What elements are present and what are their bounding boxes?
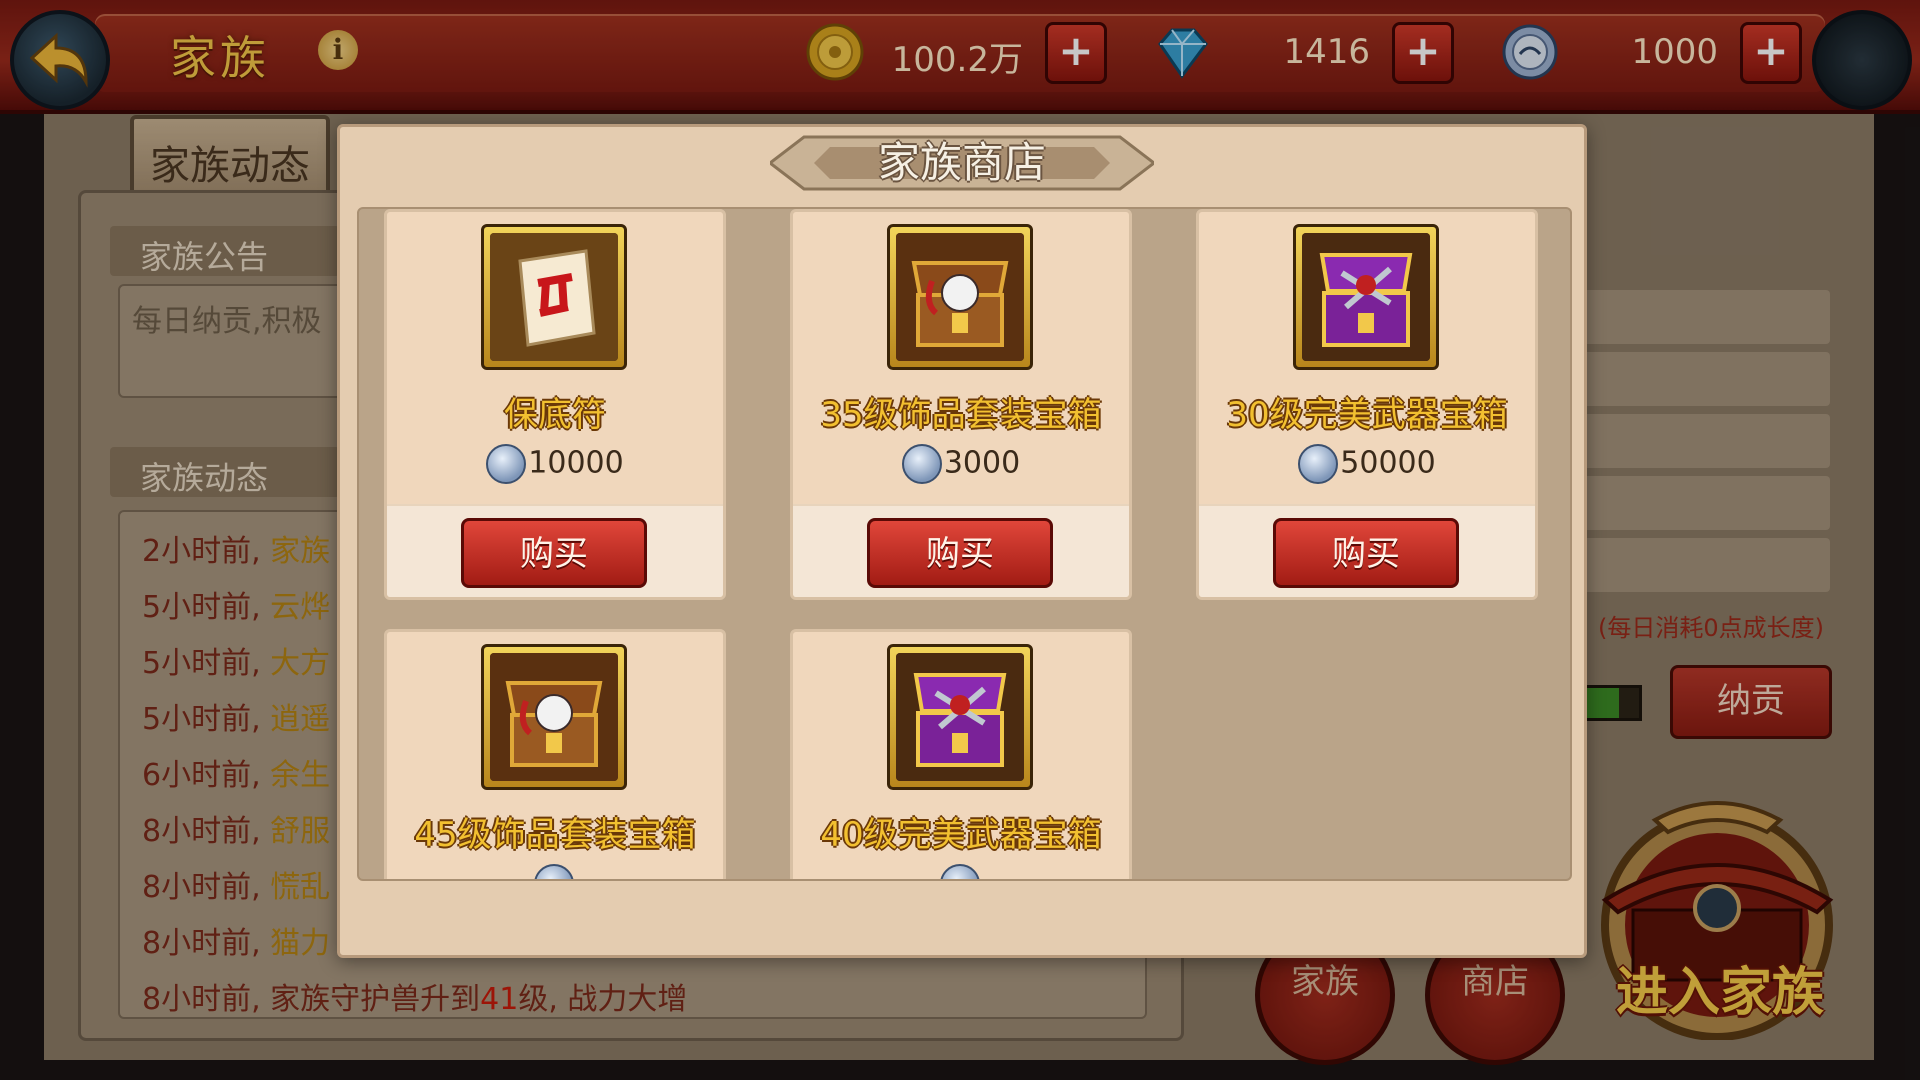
item-name: 30级完美武器宝箱 (1226, 395, 1508, 435)
buy-button[interactable]: 购买 (461, 518, 647, 588)
item-name: 保底符 (504, 395, 606, 435)
shop-item-card: 保底符 10000 购买 (384, 209, 726, 600)
item-price (793, 864, 1129, 879)
item-name: 35级饰品套装宝箱 (820, 395, 1102, 435)
item-price: 3000 (793, 444, 1129, 484)
shop-item-grid[interactable]: 保底符 10000 购买 35级饰品套装宝箱 3000 购买 30级完美武器宝箱… (357, 207, 1572, 881)
weapon-chest-icon (1293, 224, 1439, 370)
item-price (387, 864, 723, 879)
family-coin-icon (534, 864, 574, 879)
shop-item-card: 30级完美武器宝箱 50000 购买 (1196, 209, 1538, 600)
family-coin-icon (901, 444, 942, 484)
dialog-title: 家族商店 (877, 138, 1046, 187)
family-coin-icon (486, 444, 527, 484)
accessory-chest-icon (481, 644, 627, 790)
item-name: 40级完美武器宝箱 (820, 815, 1102, 855)
family-coin-icon (1298, 444, 1339, 484)
buy-button[interactable]: 购买 (867, 518, 1053, 588)
shop-item-card: 35级饰品套装宝箱 3000 购买 (790, 209, 1132, 600)
accessory-chest-icon (887, 224, 1033, 370)
item-price: 50000 (1199, 444, 1535, 484)
family-shop-dialog: 家族商店 保底符 10000 购买 35级饰品套装宝箱 3000 购买 30级完… (337, 124, 1587, 958)
dialog-title-plate: 家族商店 (770, 133, 1154, 193)
family-coin-icon (940, 864, 980, 879)
shop-item-card: 40级完美武器宝箱 (790, 629, 1132, 879)
talisman-icon (481, 224, 627, 370)
buy-button[interactable]: 购买 (1273, 518, 1459, 588)
item-price: 10000 (387, 444, 723, 484)
weapon-chest-icon (887, 644, 1033, 790)
item-name: 45级饰品套装宝箱 (414, 815, 696, 855)
shop-item-card: 45级饰品套装宝箱 (384, 629, 726, 879)
game-screen: 家族动态 家族公告 每日纳贡,积极 家族动态 2小时前, 家族 5小时前, 云烨… (0, 0, 1920, 1080)
